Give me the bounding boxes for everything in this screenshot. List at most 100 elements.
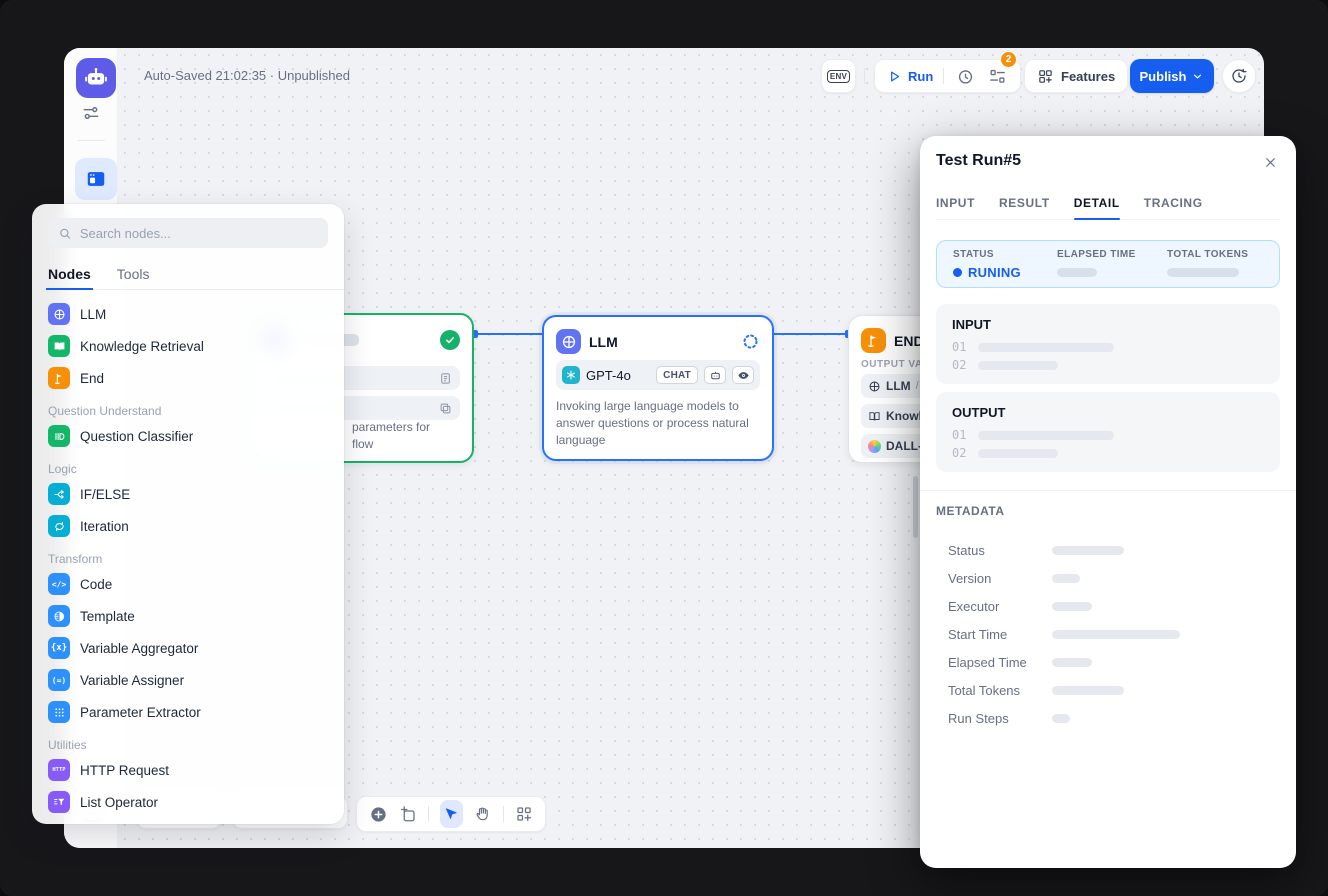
paramext-icon xyxy=(48,701,70,723)
metadata-skeleton xyxy=(1052,602,1092,611)
node-item-label: Iteration xyxy=(80,519,129,534)
hand-mode-button[interactable] xyxy=(474,804,492,824)
search-icon xyxy=(58,226,72,241)
run-tab-result[interactable]: RESULT xyxy=(999,186,1050,219)
metadata-skeleton xyxy=(1052,686,1124,695)
run-tab-detail[interactable]: DETAIL xyxy=(1074,186,1120,219)
template-icon xyxy=(48,605,70,627)
autosave-status: Auto-Saved 21:02:35 · Unpublished xyxy=(144,68,350,83)
listop-icon xyxy=(53,796,66,809)
llm-model-row[interactable]: GPT-4o CHAT xyxy=(556,360,760,390)
llm-mini-icon xyxy=(868,380,881,393)
canvas-scrollbar[interactable] xyxy=(913,476,918,538)
run-group-divider xyxy=(943,68,944,84)
pointer-mode-button[interactable] xyxy=(440,800,463,828)
panel-divider xyxy=(920,490,1296,491)
node-item-template[interactable]: Template xyxy=(32,600,344,632)
node-item-label: Variable Assigner xyxy=(80,673,184,688)
varassign-icon: (=) xyxy=(48,669,70,691)
node-item-end[interactable]: End xyxy=(32,362,344,394)
node-item-label: Knowledge Retrieval xyxy=(80,339,204,354)
llm-node[interactable]: LLM GPT-4o CHAT xyxy=(542,315,774,461)
node-item-parameter-extractor[interactable]: Parameter Extractor xyxy=(32,696,344,728)
vision-badge xyxy=(732,366,754,384)
node-list: LLM Knowledge Retrieval EndQuestion Unders… xyxy=(32,290,344,818)
iteration-icon xyxy=(48,515,70,537)
run-tab-tracing[interactable]: TRACING xyxy=(1144,186,1203,219)
output-card: OUTPUT 0102 xyxy=(936,392,1280,472)
node-item-knowledge-retrieval[interactable]: Knowledge Retrieval xyxy=(32,330,344,362)
separator: / xyxy=(916,380,919,392)
node-item-iteration[interactable]: Iteration xyxy=(32,510,344,542)
add-note-button[interactable] xyxy=(399,804,417,824)
gpt4o-model-icon xyxy=(562,366,580,384)
node-item-http-request[interactable]: HTTPHTTP Request xyxy=(32,754,344,786)
node-item-label: Code xyxy=(80,577,112,592)
node-item-variable-aggregator[interactable]: {x} Variable Aggregator xyxy=(32,632,344,664)
workflow-view-button[interactable] xyxy=(75,158,117,200)
line-number: 02 xyxy=(952,358,966,372)
node-item-list-operator[interactable]: List Operator xyxy=(32,786,344,818)
node-item-label: Variable Aggregator xyxy=(80,641,198,656)
app-logo-robot-icon[interactable] xyxy=(76,58,116,98)
canvas-toolbar xyxy=(356,796,546,832)
node-item-code[interactable]: </>Code xyxy=(32,568,344,600)
node-panel-tab-tools[interactable]: Tools xyxy=(117,258,150,289)
metadata-skeleton xyxy=(1052,546,1124,555)
run-button[interactable]: Run xyxy=(887,69,933,84)
organize-nodes-button[interactable] xyxy=(515,804,533,824)
node-item-label: List Operator xyxy=(80,795,158,810)
success-check-icon xyxy=(440,330,460,350)
env-button[interactable]: ENV xyxy=(821,59,856,93)
features-button[interactable]: Features xyxy=(1024,59,1128,93)
checklist-icon xyxy=(988,67,1007,86)
metadata-row: Version xyxy=(936,564,1280,592)
node-item-label: IF/ELSE xyxy=(80,487,130,502)
metadata-label: Status xyxy=(936,543,1040,558)
end-icon xyxy=(48,367,70,389)
note-plus-icon xyxy=(399,805,417,823)
robot-badge-icon xyxy=(709,369,722,382)
checklist-count-badge: 2 xyxy=(1000,51,1017,68)
varassign-icon: (=) xyxy=(52,676,66,685)
line-number: 02 xyxy=(952,446,966,460)
node-item-if-else[interactable]: IF/ELSE xyxy=(32,478,344,510)
toolbar-divider xyxy=(864,68,865,84)
run-timer-button[interactable] xyxy=(954,65,976,87)
spinner-icon xyxy=(741,332,760,351)
node-item-llm[interactable]: LLM xyxy=(32,298,344,330)
http-icon: HTTP xyxy=(52,767,65,773)
test-run-panel: Test Run#5 INPUTRESULTDETAILTRACING STAT… xyxy=(920,136,1296,868)
history-button[interactable] xyxy=(1222,59,1256,93)
metadata-row: Status xyxy=(936,536,1280,564)
add-node-button[interactable] xyxy=(369,804,388,824)
metadata-label: Run Steps xyxy=(936,711,1040,726)
ifelse-icon xyxy=(48,483,70,505)
checklist-button[interactable] xyxy=(986,65,1008,87)
sliders-icon[interactable] xyxy=(80,102,102,124)
edge-llm-to-end xyxy=(774,333,848,335)
metadata-row: Run Steps xyxy=(936,704,1280,732)
publish-button[interactable]: Publish xyxy=(1130,59,1214,93)
node-search-input[interactable] xyxy=(78,225,318,242)
variable-label: LLM xyxy=(886,379,911,393)
node-item-variable-assigner[interactable]: (=) Variable Assigner xyxy=(32,664,344,696)
history-icon xyxy=(1230,67,1248,85)
metadata-row: Start Time xyxy=(936,620,1280,648)
varagg-icon: {x} xyxy=(51,643,67,653)
node-item-question-classifier[interactable]: Question Classifier xyxy=(32,420,344,452)
node-section-label: Question Understand xyxy=(32,394,344,420)
line-number: 01 xyxy=(952,428,966,442)
close-button[interactable] xyxy=(1258,150,1282,174)
window-icon xyxy=(85,168,107,190)
publish-label: Publish xyxy=(1140,69,1187,84)
metadata-rows: StatusVersionExecutorStart TimeElapsed T… xyxy=(936,536,1280,732)
run-tab-input[interactable]: INPUT xyxy=(936,186,975,219)
end-node-icon xyxy=(861,328,886,353)
agent-badge xyxy=(704,366,726,384)
node-panel-tab-nodes[interactable]: Nodes xyxy=(48,258,91,289)
node-search-box[interactable] xyxy=(48,218,328,248)
eye-icon xyxy=(737,369,750,382)
node-item-label: Question Classifier xyxy=(80,429,193,444)
input-card: INPUT 0102 xyxy=(936,304,1280,384)
